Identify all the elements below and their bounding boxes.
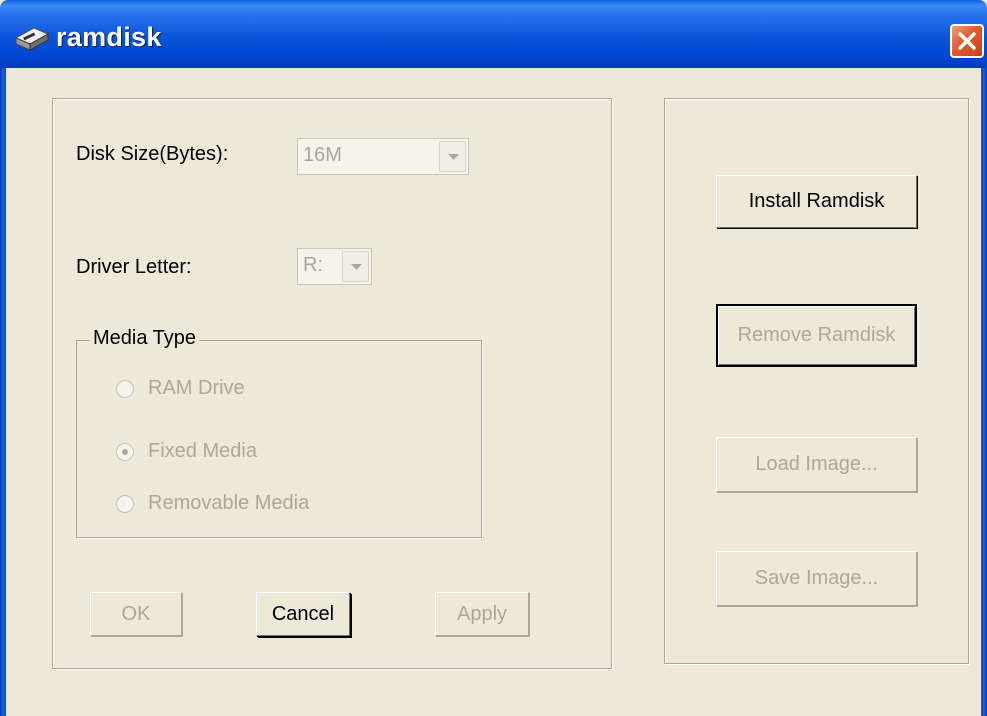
radio-label: Fixed Media [148,440,257,462]
chevron-down-icon [351,264,362,270]
cancel-button[interactable]: Cancel [256,592,350,636]
disk-icon [14,26,50,52]
drive-letter-select[interactable]: R: [297,248,372,285]
radio-fixed-media[interactable]: Fixed Media [116,440,257,463]
disk-size-dropdown-button[interactable] [439,141,466,172]
install-ramdisk-button[interactable]: Install Ramdisk [716,175,917,228]
close-icon [958,32,976,50]
radio-circle [116,494,134,513]
chevron-down-icon [448,154,459,160]
radio-label: Removable Media [148,492,310,514]
radio-ram-drive[interactable]: RAM Drive [116,377,245,400]
radio-circle [116,379,134,398]
ok-button[interactable]: OK [90,592,182,636]
drive-letter-dropdown-button[interactable] [342,251,369,282]
drive-letter-label: Driver Letter: [76,256,192,278]
disk-size-select[interactable]: 16M [297,138,469,175]
drive-letter-value: R: [303,254,323,276]
window-border-left [0,68,6,716]
media-type-legend: Media Type [90,327,200,350]
close-button[interactable] [950,24,984,58]
disk-size-value: 16M [303,144,342,166]
load-image-button[interactable]: Load Image... [716,437,917,492]
remove-ramdisk-button[interactable]: Remove Ramdisk [716,304,917,367]
disk-size-label: Disk Size(Bytes): [76,143,229,165]
radio-removable-media[interactable]: Removable Media [116,492,309,515]
title-bar[interactable]: ramdisk [0,0,987,68]
save-image-button[interactable]: Save Image... [716,551,917,606]
ramdisk-window: ramdisk Disk Size(Bytes): 16M Driver Let… [0,0,987,716]
radio-circle-selected [116,442,134,461]
radio-label: RAM Drive [148,377,245,399]
apply-button[interactable]: Apply [435,592,529,636]
window-border-right [981,68,987,716]
window-title: ramdisk [56,22,162,52]
